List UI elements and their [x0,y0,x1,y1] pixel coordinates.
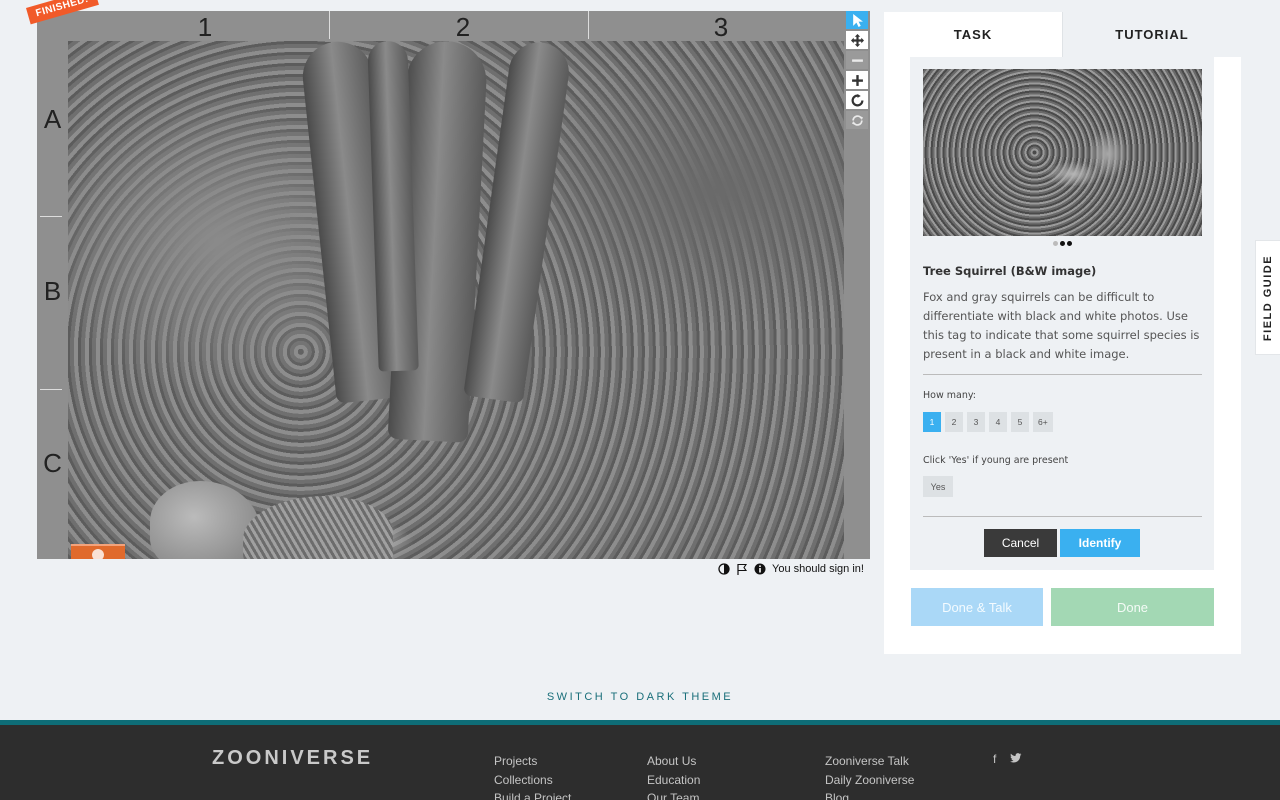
sign-in-notice[interactable]: You should sign in! [772,563,864,575]
count-option-4[interactable]: 4 [989,412,1007,432]
zoom-in-icon[interactable] [846,71,868,89]
footer-column-talk: Zooniverse Talk Daily Zooniverse Blog [825,752,914,800]
grid-column-divider [329,11,330,39]
social-links: f [993,752,1022,766]
reset-icon[interactable] [846,111,868,129]
count-option-3[interactable]: 3 [967,412,985,432]
info-icon [92,549,104,559]
footer-link-education[interactable]: Education [647,771,700,790]
count-option-1[interactable]: 1 [923,412,941,432]
count-option-6-plus[interactable]: 6+ [1033,412,1053,432]
flag-icon[interactable] [736,563,748,575]
field-guide-tab[interactable]: FIELD GUIDE [1255,240,1280,355]
young-present-label: Click 'Yes' if young are present [923,455,1069,466]
carousel-dot[interactable] [1066,241,1072,246]
grid-column-label-3: 3 [713,12,729,42]
subject-meta-bar: You should sign in! [718,562,864,576]
zooniverse-logo[interactable]: ZOONIVERSE [212,747,373,770]
carousel-dot[interactable] [1052,241,1058,246]
count-option-2[interactable]: 2 [945,412,963,432]
cancel-button[interactable]: Cancel [984,529,1057,557]
done-button[interactable]: Done [1051,588,1214,626]
tab-task[interactable]: TASK [884,12,1062,57]
zoom-out-icon[interactable] [846,51,868,69]
field-guide-label: FIELD GUIDE [1262,254,1275,341]
count-selector: 1 2 3 4 5 6+ [923,412,1053,432]
info-icon[interactable] [754,563,766,575]
task-panel: TASK TUTORIAL Tree Squirrel (B&W image) … [884,12,1241,654]
squirrel-tail [243,496,393,559]
grid-row-label-a: A [43,104,62,134]
grid-row-label-b: B [43,276,62,306]
subject-image[interactable] [68,41,844,559]
invert-icon[interactable] [718,563,730,575]
done-and-talk-button[interactable]: Done & Talk [911,588,1043,626]
footer-column-about: About Us Education Our Team [647,752,700,800]
young-yes-button[interactable]: Yes [923,476,953,497]
image-carousel-dots [910,241,1214,246]
footer-link-our-team[interactable]: Our Team [647,789,700,800]
choice-title: Tree Squirrel (B&W image) [923,264,1097,278]
pointer-icon[interactable] [846,11,868,29]
facebook-icon[interactable]: f [993,752,996,766]
divider [923,516,1202,517]
site-footer: ZOONIVERSE Projects Collections Build a … [0,720,1280,800]
grid-row-label-c: C [43,448,62,478]
footer-link-about-us[interactable]: About Us [647,752,700,771]
grid-column-label-2: 2 [455,12,471,42]
move-icon[interactable] [846,31,868,49]
footer-link-collections[interactable]: Collections [494,771,571,790]
choice-description: Fox and gray squirrels can be difficult … [923,290,1200,361]
footer-link-daily-zooniverse[interactable]: Daily Zooniverse [825,771,914,790]
footer-link-talk[interactable]: Zooniverse Talk [825,752,914,771]
footer-link-projects[interactable]: Projects [494,752,571,771]
subject-viewer[interactable]: 1 2 3 A B C [37,11,870,559]
grid-column-label-1: 1 [197,12,213,42]
footer-link-build-project[interactable]: Build a Project [494,789,571,800]
divider [923,374,1202,375]
grid-column-divider [588,11,589,39]
switch-theme-link[interactable]: SWITCH TO DARK THEME [0,691,1280,703]
footer-column-projects: Projects Collections Build a Project [494,752,571,800]
choice-detail-card: Tree Squirrel (B&W image) Fox and gray s… [910,57,1214,570]
viewer-toolbar [846,11,870,131]
identify-button[interactable]: Identify [1060,529,1140,557]
rotate-icon[interactable] [846,91,868,109]
how-many-label: How many: [923,390,976,401]
footer-link-blog[interactable]: Blog [825,789,914,800]
task-tabs: TASK TUTORIAL [884,12,1241,57]
count-option-5[interactable]: 5 [1011,412,1029,432]
tab-tutorial[interactable]: TUTORIAL [1062,12,1241,57]
example-image [923,69,1202,236]
metadata-button[interactable] [71,544,125,559]
carousel-dot[interactable] [1059,241,1065,246]
twitter-icon[interactable] [1010,752,1022,764]
